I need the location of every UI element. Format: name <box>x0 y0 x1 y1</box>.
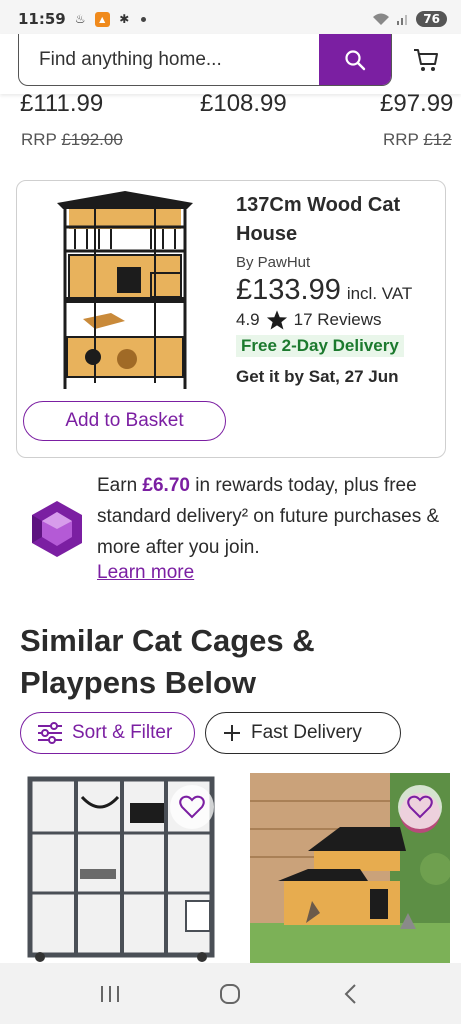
rewards-text-start: Earn <box>97 475 143 496</box>
product-price: £133.99 <box>236 274 341 306</box>
heart-icon <box>179 795 205 819</box>
section-heading: Similar Cat Cages & Playpens Below <box>20 623 315 700</box>
fast-delivery-label: Fast Delivery <box>251 722 362 743</box>
recent-apps-icon <box>101 985 120 1002</box>
rrp-label: RRP <box>383 130 419 149</box>
rating-value: 4.9 <box>236 310 260 329</box>
system-nav-bar <box>0 963 461 1024</box>
wishlist-button[interactable] <box>170 785 214 829</box>
gem-icon <box>32 501 82 557</box>
back-icon <box>344 983 356 1004</box>
product-brand[interactable]: By PawHut <box>236 254 441 271</box>
rrp-value: £12 <box>423 130 452 149</box>
product-card[interactable]: 137Cm Wood Cat House By PawHut £133.99 i… <box>16 180 446 458</box>
product-title[interactable]: 137Cm Wood Cat House <box>236 191 441 249</box>
wifi-icon <box>373 13 390 25</box>
search-box <box>18 34 392 86</box>
fast-delivery-button[interactable]: Fast Delivery <box>205 712 401 754</box>
learn-more-link[interactable]: Learn more <box>97 562 194 584</box>
recent-apps-button[interactable] <box>90 974 130 1014</box>
product-info: 137Cm Wood Cat House By PawHut £133.99 i… <box>236 191 441 387</box>
product-tile-cat-cage[interactable] <box>20 773 220 963</box>
search-icon <box>345 49 366 70</box>
search-header <box>0 34 461 94</box>
cat-house-image[interactable] <box>55 187 195 393</box>
star-icon <box>266 310 287 330</box>
status-bar: 11:59 ♨ ▲ ✱ 76 <box>0 0 461 38</box>
search-button[interactable] <box>319 34 391 85</box>
cart-button[interactable] <box>412 46 440 74</box>
back-button[interactable] <box>331 974 371 1014</box>
prev-price-1: £111.99 <box>20 90 104 117</box>
search-input[interactable] <box>19 34 319 85</box>
notification-icon: ♨ <box>74 12 86 26</box>
home-button[interactable] <box>210 974 250 1014</box>
product-tile-cat-house[interactable] <box>250 773 450 963</box>
rrp-label: RRP <box>21 130 57 149</box>
rewards-text: Earn £6.70 in rewards today, plus free s… <box>97 470 447 563</box>
review-count: 17 Reviews <box>293 310 382 329</box>
more-notifications-dot <box>140 16 146 22</box>
status-left: 11:59 ♨ ▲ ✱ <box>18 10 146 28</box>
delivery-badge: Free 2-Day Delivery <box>236 335 404 357</box>
app-notification-icon: ▲ <box>94 11 110 27</box>
status-right: 76 <box>372 11 447 27</box>
prev-price-2: £108.99 <box>200 90 287 117</box>
battery-indicator: 76 <box>416 11 447 27</box>
price-row: £133.99 incl. VAT <box>236 274 441 307</box>
price-note: incl. VAT <box>346 284 413 303</box>
prev-price-3: £97.99 <box>380 90 454 117</box>
rewards-amount: £6.70 <box>142 475 190 496</box>
wishlist-button[interactable] <box>398 785 442 829</box>
settings-notification-icon: ✱ <box>119 12 130 26</box>
rating-row[interactable]: 4.9 17 Reviews <box>236 309 441 331</box>
plus-icon <box>224 725 240 741</box>
heart-icon <box>407 795 433 819</box>
sort-filter-button[interactable]: Sort & Filter <box>20 712 195 754</box>
sort-filter-label: Sort & Filter <box>72 722 173 743</box>
previous-products-row: £111.99 £108.99 £97.99 RRP £192.00 RRP £… <box>0 88 461 158</box>
status-time: 11:59 <box>18 10 66 28</box>
signal-icon <box>397 15 408 25</box>
sliders-icon <box>38 722 62 744</box>
prev-rrp-1: RRP £192.00 <box>21 130 123 150</box>
prev-rrp-3: RRP £12 <box>383 130 452 150</box>
delivery-date: Get it by Sat, 27 Jun <box>236 367 399 386</box>
rrp-value: £192.00 <box>61 130 123 149</box>
cart-icon <box>414 49 438 71</box>
rewards-banner: Earn £6.70 in rewards today, plus free s… <box>0 468 461 592</box>
add-to-basket-button[interactable]: Add to Basket <box>23 401 226 441</box>
home-icon <box>220 983 241 1004</box>
